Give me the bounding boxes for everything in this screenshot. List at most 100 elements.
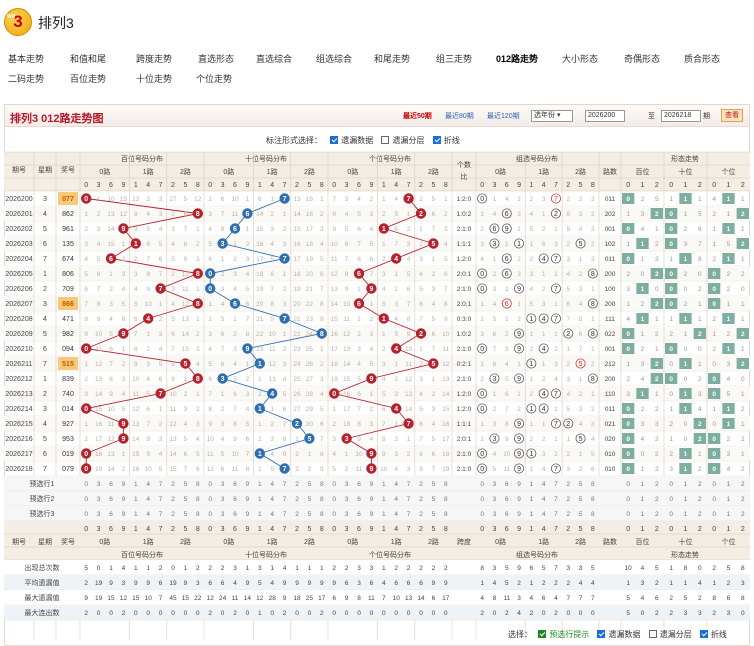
stats-value: 24 xyxy=(219,595,227,602)
group-hit-number: 0 xyxy=(480,286,484,293)
shape-hit-number: 1 xyxy=(684,406,688,413)
missing-value: 12 xyxy=(343,331,351,338)
hit-number: 1 xyxy=(134,241,138,248)
shape-hit-number: 1 xyxy=(727,406,731,413)
stats-value: 4 xyxy=(382,580,386,587)
digit-header: 7 xyxy=(283,182,287,189)
missing-value: 22 xyxy=(256,331,264,338)
stats-shape-value: 4 xyxy=(698,580,702,587)
preview-digit: 0 xyxy=(84,496,88,503)
stats-shape-value: 4 xyxy=(641,565,645,572)
missing-value: 17 xyxy=(306,226,314,233)
option-polyline-bottom[interactable]: 折线 xyxy=(699,630,727,639)
missing-value: 1 xyxy=(97,196,101,203)
missing-value: 2 xyxy=(370,196,374,203)
stats-value: 6 xyxy=(221,580,225,587)
missing-value: 3 xyxy=(394,451,398,458)
group-missing: 3 xyxy=(566,466,570,473)
missing-value: 4 xyxy=(357,196,361,203)
hit-number: 8 xyxy=(196,376,200,383)
missing-value: 13 xyxy=(182,316,190,323)
missing-value: 21 xyxy=(306,286,314,293)
hit-number: 7 xyxy=(283,196,287,203)
shape-cell: 1 xyxy=(712,331,716,338)
missing-value: 1 xyxy=(233,241,237,248)
group-missing: 4 xyxy=(579,226,583,233)
group-hit-number: 4 xyxy=(542,316,546,323)
footer-digit: 2 xyxy=(419,526,423,533)
stats-value: 0 xyxy=(171,565,175,572)
option-preview-hint[interactable]: 预选行提示 xyxy=(538,630,589,639)
missing-value: 3 xyxy=(283,361,287,368)
preview-digit: 8 xyxy=(444,481,448,488)
preview-digit: 6 xyxy=(233,496,237,503)
option-missing-data-bottom[interactable]: 遗漏数据 xyxy=(597,630,640,639)
pos-header-2: 个位号码分布 xyxy=(369,154,411,163)
group-hit-number: 8 xyxy=(591,271,595,278)
stats-value: 0 xyxy=(370,610,374,617)
preview-digit: 9 xyxy=(246,496,250,503)
stats-value: 6 xyxy=(208,580,212,587)
route-count-cell: 100 xyxy=(605,286,616,293)
row-stripe xyxy=(4,356,750,371)
missing-value: 4 xyxy=(320,241,324,248)
stats-value: 1 xyxy=(134,565,138,572)
stats-value: 12 xyxy=(120,595,128,602)
week-cell: 3 xyxy=(43,301,47,308)
group-missing: 5 xyxy=(566,286,570,293)
shape-hit-number: 1 xyxy=(727,256,731,263)
digit-header: 0 xyxy=(84,182,88,189)
shape-cell: 2 xyxy=(669,451,673,458)
preview-digit: 8 xyxy=(320,511,324,518)
missing-value: 10 xyxy=(231,196,239,203)
ratio-cell: 1:2:0 xyxy=(457,256,472,263)
missing-value: 1 xyxy=(221,256,225,263)
preview-shape-digit: 1 xyxy=(684,481,688,488)
missing-value: 1 xyxy=(84,421,88,428)
missing-value: 7 xyxy=(370,271,374,278)
missing-value: 5 xyxy=(332,466,336,473)
stats-group-value: 0 xyxy=(542,610,546,617)
missing-value: 7 xyxy=(432,226,436,233)
preview-group-digit: 1 xyxy=(530,481,534,488)
stats-shape-value: 5 xyxy=(626,610,630,617)
issue-cell: 2026204 xyxy=(5,256,32,263)
missing-value: 5 xyxy=(122,406,126,413)
hit-number: 4 xyxy=(146,316,150,323)
stats-group-value: 0 xyxy=(566,610,570,617)
checkbox-icon xyxy=(699,630,708,638)
stats-value: 1 xyxy=(308,565,312,572)
group-hit-number: 8 xyxy=(591,301,595,308)
missing-value: 4 xyxy=(432,301,436,308)
group-missing: 8 xyxy=(505,421,509,428)
preview-group-digit: 2 xyxy=(566,496,570,503)
missing-value: 10 xyxy=(343,301,351,308)
group-hit-number: 7 xyxy=(554,421,558,428)
preview-digit: 0 xyxy=(84,511,88,518)
hit-number: 0 xyxy=(208,286,212,293)
missing-value: 3 xyxy=(320,376,324,383)
shape-cell: 1 xyxy=(741,316,745,323)
group-missing: 1 xyxy=(542,331,546,338)
shape-hit-number: 1 xyxy=(641,241,645,248)
missing-value: 3 xyxy=(84,241,88,248)
missing-value: 2 xyxy=(84,226,88,233)
missing-value: 1 xyxy=(345,451,349,458)
missing-value: 6 xyxy=(270,271,274,278)
stats-shape-value: 5 xyxy=(655,565,659,572)
shape-pos-header: 百位 xyxy=(635,167,649,176)
preview-shape-digit: 1 xyxy=(727,496,731,503)
stats-value: 1 xyxy=(109,565,113,572)
group-missing: 2 xyxy=(480,436,484,443)
issue-cell: 2026212 xyxy=(5,376,32,383)
missing-value: 5 xyxy=(171,256,175,263)
preview-shape-digit: 0 xyxy=(669,496,673,503)
missing-value: 4 xyxy=(419,391,423,398)
option-missing-layer-bottom[interactable]: 遗漏分层 xyxy=(648,630,692,639)
missing-value: 2 xyxy=(97,211,101,218)
group-missing: 7 xyxy=(505,406,509,413)
missing-value: 3 xyxy=(419,376,423,383)
missing-value: 4 xyxy=(208,346,212,353)
hit-number: 8 xyxy=(320,331,324,338)
group-digit-header: 0 xyxy=(480,182,484,189)
